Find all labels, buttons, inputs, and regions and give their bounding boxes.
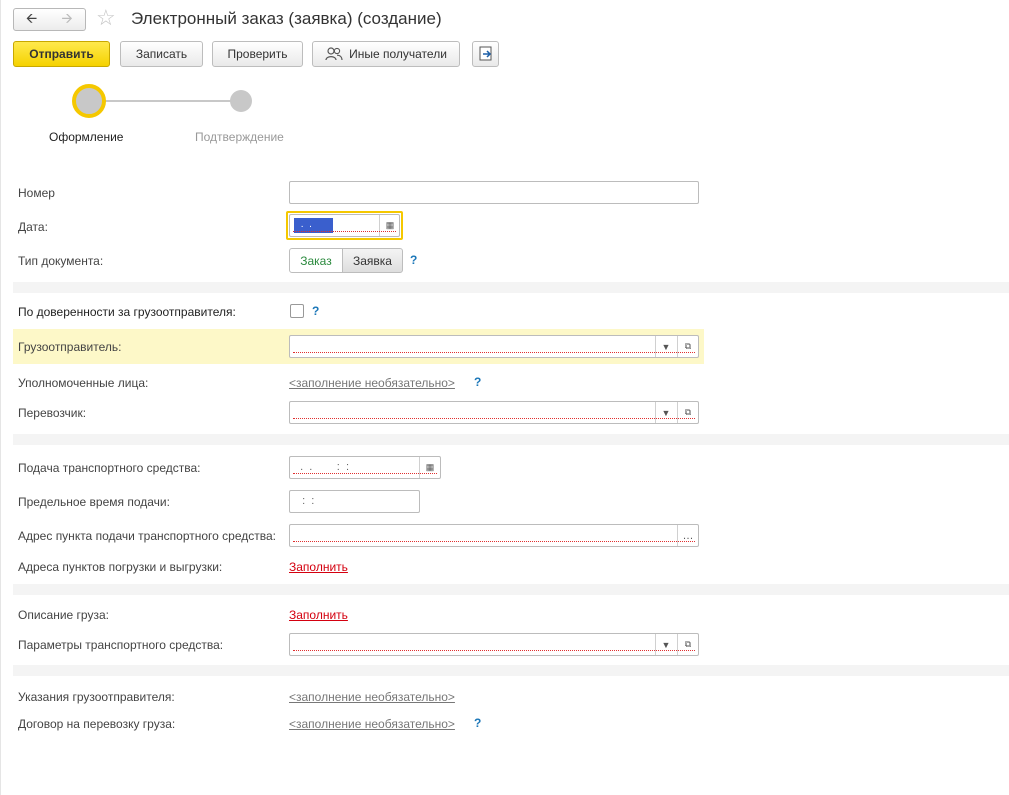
vehicle-params-input[interactable]: ▼ ⧉ <box>289 633 699 656</box>
stepper-line <box>104 100 232 102</box>
more-icon[interactable]: … <box>677 525 698 546</box>
doc-type-label: Тип документа: <box>18 254 104 268</box>
section-divider <box>13 665 1009 676</box>
back-button[interactable]: 🡨 <box>13 8 50 31</box>
cargo-desc-fill-link[interactable]: Заполнить <box>289 608 348 622</box>
step-2-label[interactable]: Подтверждение <box>195 130 284 144</box>
save-button[interactable]: Записать <box>120 41 203 67</box>
shipper-label: Грузоотправитель: <box>18 340 122 354</box>
vehicle-arrival-input[interactable]: . . : : ▦ <box>289 456 441 479</box>
vehicle-params-label: Параметры транспортного средства: <box>18 638 224 652</box>
send-button[interactable]: Отправить <box>13 41 110 67</box>
shipper-input[interactable]: ▼ ⧉ <box>289 335 699 358</box>
other-recipients-label: Иные получатели <box>349 47 447 61</box>
section-divider <box>13 584 1009 595</box>
arrow-right-icon: 🡪 <box>61 9 73 26</box>
vehicle-params-dropdown-icon[interactable]: ▼ <box>655 634 676 655</box>
address-label: Адрес пункта подачи транспортного средст… <box>18 529 276 543</box>
carrier-open-icon[interactable]: ⧉ <box>677 402 698 423</box>
carrier-dropdown-icon[interactable]: ▼ <box>655 402 676 423</box>
export-button[interactable] <box>472 41 499 67</box>
deadline-label: Предельное время подачи: <box>18 495 170 509</box>
load-addresses-fill-link[interactable]: Заполнить <box>289 560 348 574</box>
step-2-indicator[interactable] <box>230 90 252 112</box>
contract-link[interactable]: <заполнение необязательно> <box>289 717 455 731</box>
shipper-instructions-link[interactable]: <заполнение необязательно> <box>289 690 455 704</box>
shipper-instructions-label: Указания грузоотправителя: <box>18 690 175 704</box>
authorized-link[interactable]: <заполнение необязательно> <box>289 376 455 390</box>
carrier-input[interactable]: ▼ ⧉ <box>289 401 699 424</box>
vehicle-arrival-label: Подача транспортного средства: <box>18 461 201 475</box>
calendar-icon[interactable]: ▦ <box>419 457 440 478</box>
date-input[interactable]: . . ▦ <box>289 214 400 237</box>
window-left-border <box>0 0 1 795</box>
power-of-attorney-label: По доверенности за грузоотправителя: <box>18 305 236 319</box>
authorized-help-icon[interactable]: ? <box>474 375 481 389</box>
forward-button[interactable]: 🡪 <box>49 8 86 31</box>
number-label: Номер <box>18 186 55 200</box>
step-1-label[interactable]: Оформление <box>49 130 123 144</box>
check-button[interactable]: Проверить <box>212 41 303 67</box>
contract-help-icon[interactable]: ? <box>474 716 481 730</box>
date-label: Дата: <box>18 220 48 234</box>
doc-type-request[interactable]: Заявка <box>342 248 403 273</box>
step-1-indicator[interactable] <box>72 84 106 118</box>
arrow-left-icon: 🡨 <box>25 9 38 26</box>
number-input[interactable] <box>289 181 699 204</box>
authorized-label: Уполномоченные лица: <box>18 376 149 390</box>
shipper-dropdown-icon[interactable]: ▼ <box>655 336 676 357</box>
vehicle-arrival-mask: . . : : <box>294 461 350 473</box>
export-icon <box>479 46 491 61</box>
deadline-input[interactable]: : : <box>289 490 420 513</box>
deadline-mask: : : <box>296 495 315 507</box>
other-recipients-button[interactable]: Иные получатели <box>312 41 460 67</box>
power-of-attorney-help-icon[interactable]: ? <box>312 304 319 318</box>
page-title: Электронный заказ (заявка) (создание) <box>131 9 442 28</box>
power-of-attorney-checkbox[interactable] <box>290 304 304 318</box>
section-divider <box>13 282 1009 293</box>
carrier-label: Перевозчик: <box>18 406 87 420</box>
cargo-desc-label: Описание груза: <box>18 608 109 622</box>
vehicle-params-open-icon[interactable]: ⧉ <box>677 634 698 655</box>
star-icon[interactable]: ☆ <box>96 5 116 31</box>
doc-type-order[interactable]: Заказ <box>289 248 343 273</box>
load-addresses-label: Адреса пунктов погрузки и выгрузки: <box>18 560 223 574</box>
shipper-open-icon[interactable]: ⧉ <box>677 336 698 357</box>
calendar-icon[interactable]: ▦ <box>379 215 400 236</box>
contract-label: Договор на перевозку груза: <box>18 717 176 731</box>
doc-type-help-icon[interactable]: ? <box>410 253 417 267</box>
section-divider <box>13 434 1009 445</box>
date-mask: . . <box>294 218 333 233</box>
address-input[interactable]: … <box>289 524 699 547</box>
users-icon <box>325 47 343 61</box>
